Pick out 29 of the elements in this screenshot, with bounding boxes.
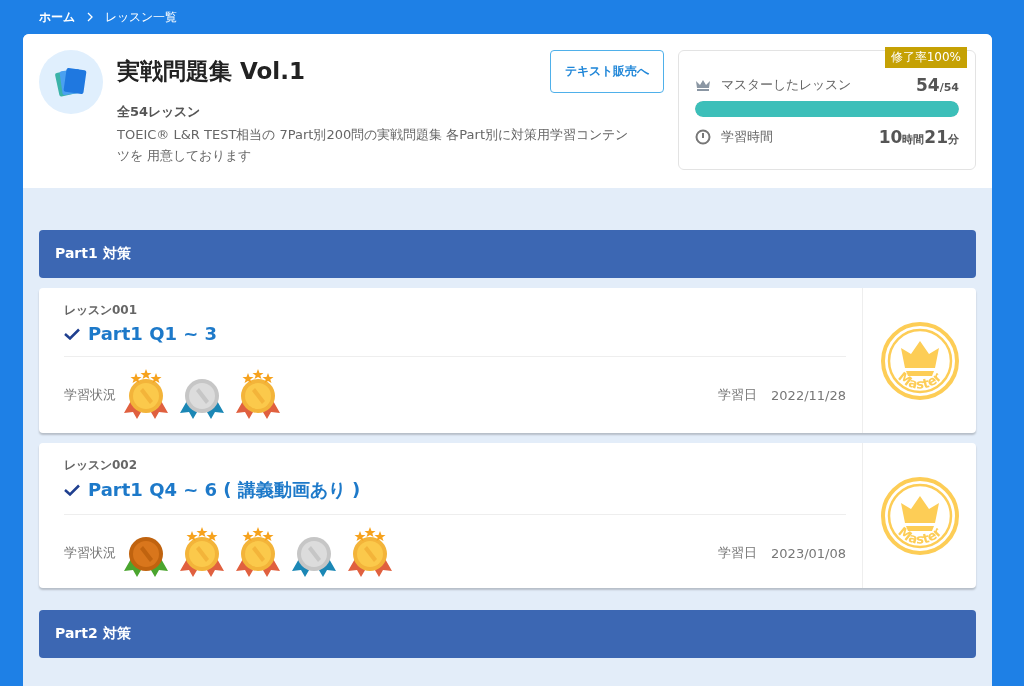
part-header: Part1 対策 <box>39 230 976 278</box>
lesson-number: レッスン002 <box>64 457 139 474</box>
mastered-count: 54/54 <box>916 75 959 95</box>
study-date: 2023/01/08 <box>771 545 846 561</box>
chevron-right-icon <box>87 12 93 22</box>
course-description: TOEIC® L&R TEST相当の 7Part別200問の実戦問題集 各Part別に対策用学習コンテンツを 用意しております <box>117 126 629 165</box>
crown-icon <box>695 79 711 91</box>
lesson-count: 全54レッスン <box>117 103 202 121</box>
master-badge: Master <box>879 475 960 556</box>
study-time-label: 学習時間 <box>721 128 773 146</box>
breadcrumb-link[interactable]: ホーム <box>39 8 75 26</box>
mastered-label: マスターしたレッスン <box>721 76 851 94</box>
lesson-title[interactable]: Part1 Q1 ~ 3 <box>88 323 218 344</box>
date-label: 学習日 <box>718 386 758 404</box>
status-label: 学習状況 <box>64 544 116 562</box>
completion-rate-badge: 修了率100% <box>884 47 967 68</box>
date-label: 学習日 <box>718 544 758 562</box>
study-date: 2022/11/28 <box>771 387 846 403</box>
clock-icon <box>695 129 711 145</box>
lesson-card[interactable]: レッスン001 Part1 Q1 ~ 3 学習状況 学習日 2022/11/28 Master <box>39 288 976 433</box>
lesson-title[interactable]: Part1 Q4 ~ 6 ( 講義動画あり ) <box>88 478 361 502</box>
study-time-value: 10時間21分 <box>878 127 959 147</box>
status-label: 学習状況 <box>64 386 116 404</box>
part-header: Part2 対策 <box>39 610 976 658</box>
lesson-number: レッスン001 <box>64 302 139 319</box>
lesson-card[interactable]: レッスン002 Part1 Q4 ~ 6 ( 講義動画あり ) 学習状況 学習日 2023/01/08 Master <box>39 443 976 588</box>
master-badge: Master <box>879 320 960 401</box>
course-title: 実戦問題集 Vol.1 <box>117 57 305 86</box>
text-sales-button[interactable]: テキスト販売へ <box>550 50 664 93</box>
